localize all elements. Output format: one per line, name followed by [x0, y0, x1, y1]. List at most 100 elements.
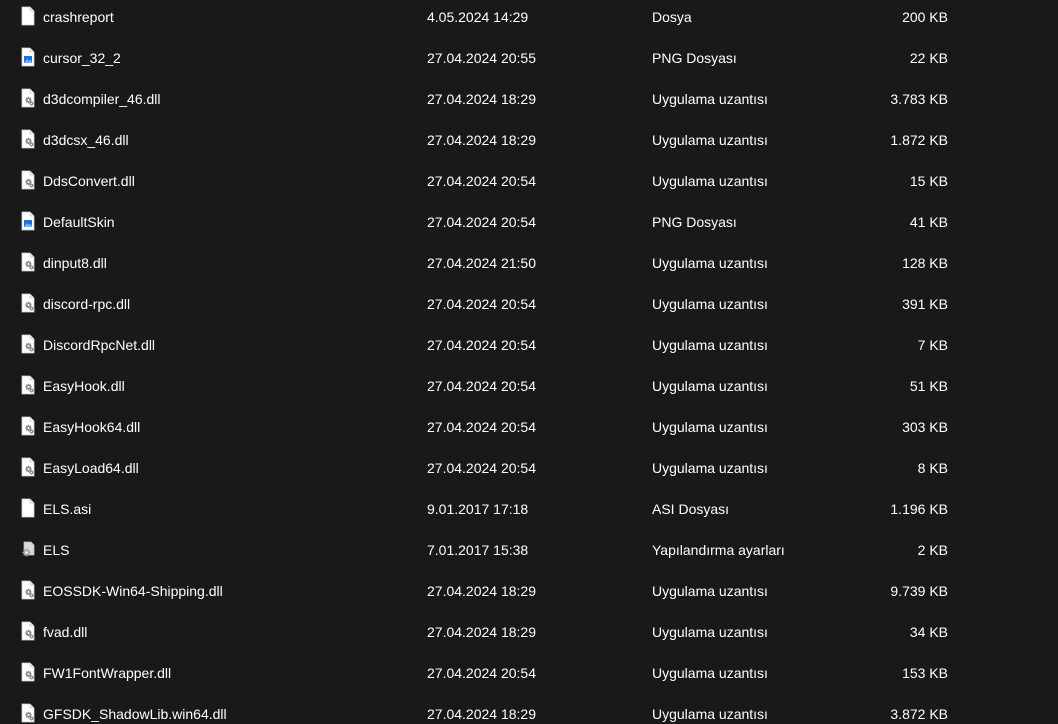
file-date-modified: 27.04.2024 20:55 — [427, 50, 536, 66]
file-row[interactable]: FW1FontWrapper.dll 27.04.2024 20:54 Uygu… — [0, 656, 1058, 697]
file-name: cursor_32_2 — [43, 50, 121, 66]
file-size: 1.196 KB — [890, 501, 948, 517]
file-list: crashreport 4.05.2024 14:29 Dosya 200 KB… — [0, 0, 1058, 724]
file-name: EasyLoad64.dll — [43, 460, 139, 476]
file-name: discord-rpc.dll — [43, 296, 131, 312]
file-type: Uygulama uzantısı — [652, 583, 768, 599]
file-row[interactable]: DefaultSkin 27.04.2024 20:54 PNG Dosyası… — [0, 205, 1058, 246]
file-date-modified: 27.04.2024 20:54 — [427, 378, 536, 394]
file-date-modified: 9.01.2017 17:18 — [427, 501, 529, 517]
file-name: EasyHook.dll — [43, 378, 125, 394]
file-date-modified: 27.04.2024 18:29 — [427, 706, 536, 722]
dll-file-icon — [19, 293, 37, 313]
file-date-modified: 4.05.2024 14:29 — [427, 9, 529, 25]
dll-file-icon — [19, 703, 37, 723]
file-row[interactable]: EOSSDK-Win64-Shipping.dll 27.04.2024 18:… — [0, 574, 1058, 615]
file-size: 41 KB — [909, 214, 948, 230]
file-row[interactable]: EasyLoad64.dll 27.04.2024 20:54 Uygulama… — [0, 451, 1058, 492]
dll-file-icon — [19, 662, 37, 682]
file-row[interactable]: crashreport 4.05.2024 14:29 Dosya 200 KB — [0, 0, 1058, 41]
file-row[interactable]: ELS.asi 9.01.2017 17:18 ASI Dosyası 1.19… — [0, 492, 1058, 533]
file-type: Uygulama uzantısı — [652, 624, 768, 640]
file-size: 22 KB — [909, 50, 948, 66]
file-name: ELS.asi — [43, 501, 92, 517]
file-date-modified: 27.04.2024 21:50 — [427, 255, 536, 271]
dll-file-icon — [19, 129, 37, 149]
file-size: 51 KB — [909, 378, 948, 394]
image-file-icon — [19, 211, 37, 231]
blank-file-icon — [19, 498, 37, 518]
file-name: GFSDK_ShadowLib.win64.dll — [43, 706, 227, 722]
dll-file-icon — [19, 252, 37, 272]
file-type: Uygulama uzantısı — [652, 132, 768, 148]
file-name: DefaultSkin — [43, 214, 115, 230]
file-row[interactable]: cursor_32_2 27.04.2024 20:55 PNG Dosyası… — [0, 41, 1058, 82]
file-date-modified: 27.04.2024 20:54 — [427, 419, 536, 435]
file-row[interactable]: d3dcompiler_46.dll 27.04.2024 18:29 Uygu… — [0, 82, 1058, 123]
file-type: Uygulama uzantısı — [652, 665, 768, 681]
file-date-modified: 27.04.2024 20:54 — [427, 214, 536, 230]
file-size: 15 KB — [909, 173, 948, 189]
dll-file-icon — [19, 375, 37, 395]
file-type: PNG Dosyası — [652, 214, 737, 230]
file-row[interactable]: discord-rpc.dll 27.04.2024 20:54 Uygulam… — [0, 287, 1058, 328]
file-date-modified: 27.04.2024 18:29 — [427, 91, 536, 107]
file-size: 3.783 KB — [890, 91, 948, 107]
file-date-modified: 27.04.2024 20:54 — [427, 296, 536, 312]
file-row[interactable]: EasyHook64.dll 27.04.2024 20:54 Uygulama… — [0, 410, 1058, 451]
dll-file-icon — [19, 621, 37, 641]
file-size: 1.872 KB — [890, 132, 948, 148]
image-file-icon — [19, 47, 37, 67]
file-type: PNG Dosyası — [652, 50, 737, 66]
file-size: 3.872 KB — [890, 706, 948, 722]
file-name: ELS — [43, 542, 70, 558]
file-name: dinput8.dll — [43, 255, 107, 271]
file-name: DdsConvert.dll — [43, 173, 135, 189]
file-name: d3dcompiler_46.dll — [43, 91, 161, 107]
file-type: Uygulama uzantısı — [652, 337, 768, 353]
file-name: FW1FontWrapper.dll — [43, 665, 172, 681]
file-type: Uygulama uzantısı — [652, 460, 768, 476]
file-size: 34 KB — [909, 624, 948, 640]
file-type: Uygulama uzantısı — [652, 255, 768, 271]
file-type: Uygulama uzantısı — [652, 173, 768, 189]
file-type: Yapılandırma ayarları — [652, 542, 785, 558]
file-size: 391 KB — [902, 296, 948, 312]
file-type: Uygulama uzantısı — [652, 91, 768, 107]
file-name: crashreport — [43, 9, 114, 25]
file-size: 303 KB — [902, 419, 948, 435]
file-type: Dosya — [652, 9, 692, 25]
file-name: DiscordRpcNet.dll — [43, 337, 156, 353]
file-row[interactable]: EasyHook.dll 27.04.2024 20:54 Uygulama u… — [0, 369, 1058, 410]
dll-file-icon — [19, 457, 37, 477]
file-name: d3dcsx_46.dll — [43, 132, 129, 148]
file-name: EOSSDK-Win64-Shipping.dll — [43, 583, 223, 599]
dll-file-icon — [19, 88, 37, 108]
file-row[interactable]: GFSDK_ShadowLib.win64.dll 27.04.2024 18:… — [0, 697, 1058, 724]
dll-file-icon — [19, 170, 37, 190]
file-date-modified: 27.04.2024 20:54 — [427, 337, 536, 353]
config-file-icon — [19, 539, 37, 559]
file-row[interactable]: dinput8.dll 27.04.2024 21:50 Uygulama uz… — [0, 246, 1058, 287]
file-row[interactable]: ELS 7.01.2017 15:38 Yapılandırma ayarlar… — [0, 533, 1058, 574]
file-date-modified: 7.01.2017 15:38 — [427, 542, 529, 558]
file-type: Uygulama uzantısı — [652, 296, 768, 312]
file-row[interactable]: fvad.dll 27.04.2024 18:29 Uygulama uzant… — [0, 615, 1058, 656]
file-row[interactable]: DdsConvert.dll 27.04.2024 20:54 Uygulama… — [0, 164, 1058, 205]
file-type: ASI Dosyası — [652, 501, 730, 517]
file-size: 200 KB — [902, 9, 948, 25]
file-size: 128 KB — [902, 255, 948, 271]
file-name: EasyHook64.dll — [43, 419, 141, 435]
file-date-modified: 27.04.2024 18:29 — [427, 583, 536, 599]
file-size: 153 KB — [902, 665, 948, 681]
file-type: Uygulama uzantısı — [652, 706, 768, 722]
file-name: fvad.dll — [43, 624, 88, 640]
blank-file-icon — [19, 6, 37, 26]
file-row[interactable]: DiscordRpcNet.dll 27.04.2024 20:54 Uygul… — [0, 328, 1058, 369]
file-date-modified: 27.04.2024 18:29 — [427, 624, 536, 640]
file-size: 9.739 KB — [890, 583, 948, 599]
file-date-modified: 27.04.2024 20:54 — [427, 460, 536, 476]
file-row[interactable]: d3dcsx_46.dll 27.04.2024 18:29 Uygulama … — [0, 123, 1058, 164]
file-size: 7 KB — [917, 337, 948, 353]
dll-file-icon — [19, 580, 37, 600]
